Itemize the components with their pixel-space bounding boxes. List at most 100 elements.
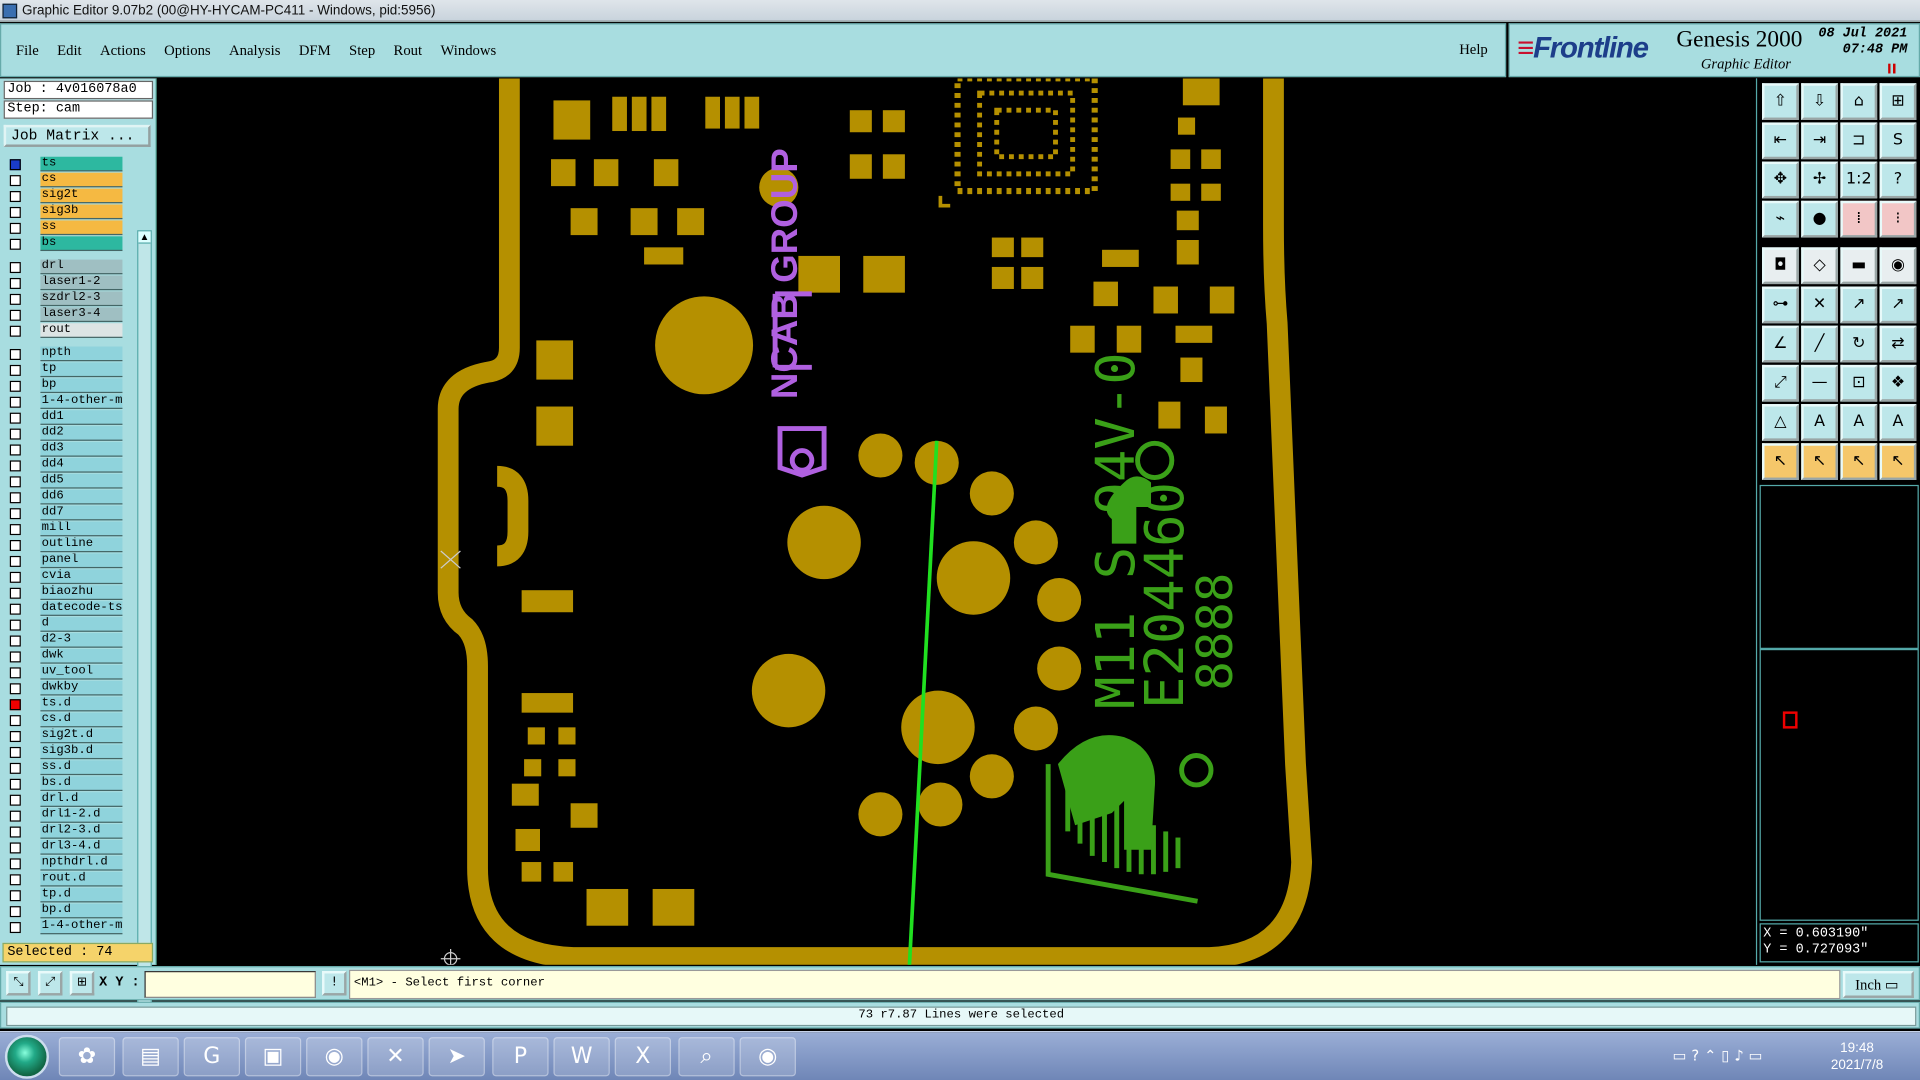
layer-row[interactable]: bs.d (6, 776, 124, 792)
layer-row[interactable]: sig2t.d (6, 728, 124, 744)
layer-name[interactable]: d2-3 (40, 633, 123, 648)
route-pointer-icon[interactable]: ↖ (1879, 443, 1917, 480)
text-icon[interactable]: A (1801, 404, 1838, 441)
layer-checkbox[interactable] (9, 651, 21, 663)
layer-row[interactable]: rout (6, 323, 124, 338)
home-icon[interactable]: ⌂ (1840, 83, 1878, 120)
taskbar-eye-icon[interactable]: ◉ (306, 1037, 363, 1077)
layer-name[interactable]: 1-4-other-m (40, 919, 123, 935)
layer-checkbox[interactable] (9, 460, 21, 472)
menu-step[interactable]: Step (349, 41, 375, 59)
layer-name[interactable]: cs (40, 172, 123, 188)
layer-row[interactable]: d (6, 617, 124, 632)
layer-name[interactable]: drl (40, 259, 123, 275)
taskbar-save-icon[interactable]: ▣ (244, 1037, 302, 1077)
layer-name[interactable]: sig3b (40, 204, 123, 220)
layer-checkbox[interactable] (9, 762, 21, 774)
layer-row[interactable]: drl.d (6, 792, 124, 807)
layer-name[interactable]: drl.d (40, 792, 123, 807)
break-icon[interactable]: ⊡ (1840, 364, 1878, 402)
layer-name[interactable]: panel (40, 553, 123, 569)
layer-row[interactable]: dd5 (6, 473, 124, 489)
layer-row[interactable]: sig2t (6, 188, 124, 204)
window-split-icon[interactable]: ⊞ (1879, 83, 1917, 120)
layer-row[interactable]: 1-4-other-m (6, 394, 124, 409)
scale-icon[interactable]: 1:2 (1840, 161, 1878, 199)
layer-name[interactable]: drl3-4.d (40, 840, 123, 855)
netlist-icon[interactable]: ⁞ (1840, 200, 1878, 238)
layer-checkbox[interactable] (9, 191, 21, 203)
menu-options[interactable]: Options (164, 41, 211, 59)
layer-checkbox[interactable] (9, 293, 21, 305)
layer-row[interactable]: sig3b (6, 204, 124, 220)
resize-icon[interactable]: ⤢ (1762, 364, 1799, 402)
layer-row[interactable]: rout.d (6, 871, 124, 887)
text-box-icon[interactable]: A (1840, 404, 1878, 441)
start-button[interactable] (4, 1034, 49, 1079)
layer-name[interactable]: tp.d (40, 887, 123, 903)
menu-file[interactable]: File (16, 41, 39, 59)
layer-checkbox[interactable] (9, 635, 21, 647)
layer-row[interactable]: ts.d (6, 696, 124, 712)
layer-checkbox[interactable] (9, 810, 21, 822)
connectivity-icon[interactable]: ⁝ (1879, 200, 1917, 238)
layer-row[interactable]: cs.d (6, 712, 124, 728)
xy-input[interactable] (144, 971, 316, 998)
layer-name[interactable]: sig3b.d (40, 744, 123, 760)
layer-row[interactable]: dd1 (6, 410, 124, 425)
menu-analysis[interactable]: Analysis (229, 41, 280, 59)
layer-name[interactable]: dd2 (40, 426, 123, 441)
pcb-view[interactable]: NCAB GROUP M11 S 94V-0 E204460 8888 (157, 78, 1756, 965)
layer-name[interactable]: bs (40, 236, 123, 252)
menu-edit[interactable]: Edit (57, 41, 81, 59)
taskbar-x-icon[interactable]: ✕ (367, 1037, 424, 1077)
layer-checkbox[interactable] (9, 715, 21, 727)
layer-checkbox[interactable] (9, 826, 21, 838)
layer-checkbox[interactable] (9, 492, 21, 504)
taskbar-paper-plane-icon[interactable]: ➤ (428, 1037, 485, 1077)
layer-checkbox[interactable] (9, 380, 21, 392)
layer-name[interactable]: drl2-3.d (40, 824, 123, 839)
taskbar-clock[interactable]: 19:48 2021/7/8 (1831, 1040, 1883, 1074)
layer-checkbox[interactable] (9, 699, 21, 711)
unit-selector[interactable]: Inch ▭ (1842, 971, 1914, 998)
layer-name[interactable]: cs.d (40, 712, 123, 728)
layer-checkbox[interactable] (9, 348, 21, 360)
layer-checkbox[interactable] (9, 428, 21, 440)
layer-row[interactable]: panel (6, 553, 124, 569)
layer-checkbox[interactable] (9, 794, 21, 806)
layer-name[interactable]: dd4 (40, 457, 123, 473)
layer-checkbox[interactable] (9, 619, 21, 631)
delete-line-icon[interactable]: — (1801, 364, 1838, 402)
layer-name[interactable]: sig2t (40, 188, 123, 204)
layer-row[interactable]: ss.d (6, 760, 124, 776)
layer-name[interactable]: mill (40, 521, 123, 537)
layer-checkbox[interactable] (9, 555, 21, 567)
job-matrix-button[interactable]: Job Matrix ... (3, 124, 151, 147)
menu-actions[interactable]: Actions (100, 41, 146, 59)
layer-checkbox[interactable] (9, 858, 21, 870)
layer-checkbox[interactable] (9, 508, 21, 520)
layer-row[interactable]: biaozhu (6, 585, 124, 600)
layer-list-scrollbar[interactable]: ▲ ▼ (137, 230, 152, 1018)
layer-checkbox[interactable] (9, 159, 21, 171)
layer-row[interactable]: mill (6, 521, 124, 537)
layer-name[interactable]: bp (40, 378, 123, 394)
redraw-icon[interactable]: S (1879, 122, 1917, 160)
snap-icon[interactable]: ● (1801, 200, 1838, 238)
open-step-icon[interactable]: ⇧ (1762, 83, 1799, 120)
taskbar-pdf-icon[interactable]: ⌕ (678, 1037, 735, 1077)
select-feature-icon[interactable]: ◉ (1879, 247, 1917, 285)
menu-rout[interactable]: Rout (394, 41, 423, 59)
layer-checkbox[interactable] (9, 206, 21, 218)
layer-name[interactable]: npth (40, 346, 123, 362)
taskbar-notepad-icon[interactable]: ▤ (122, 1037, 179, 1077)
layer-row[interactable]: tp.d (6, 887, 124, 903)
layer-name[interactable]: tp (40, 362, 123, 378)
draw-segment-icon[interactable]: ╱ (1801, 325, 1838, 363)
layer-checkbox[interactable] (9, 890, 21, 902)
layer-checkbox[interactable] (9, 778, 21, 790)
zoom-area-icon[interactable]: ⊐ (1840, 122, 1878, 160)
layer-row[interactable]: drl3-4.d (6, 840, 124, 855)
layer-checkbox[interactable] (9, 325, 21, 337)
